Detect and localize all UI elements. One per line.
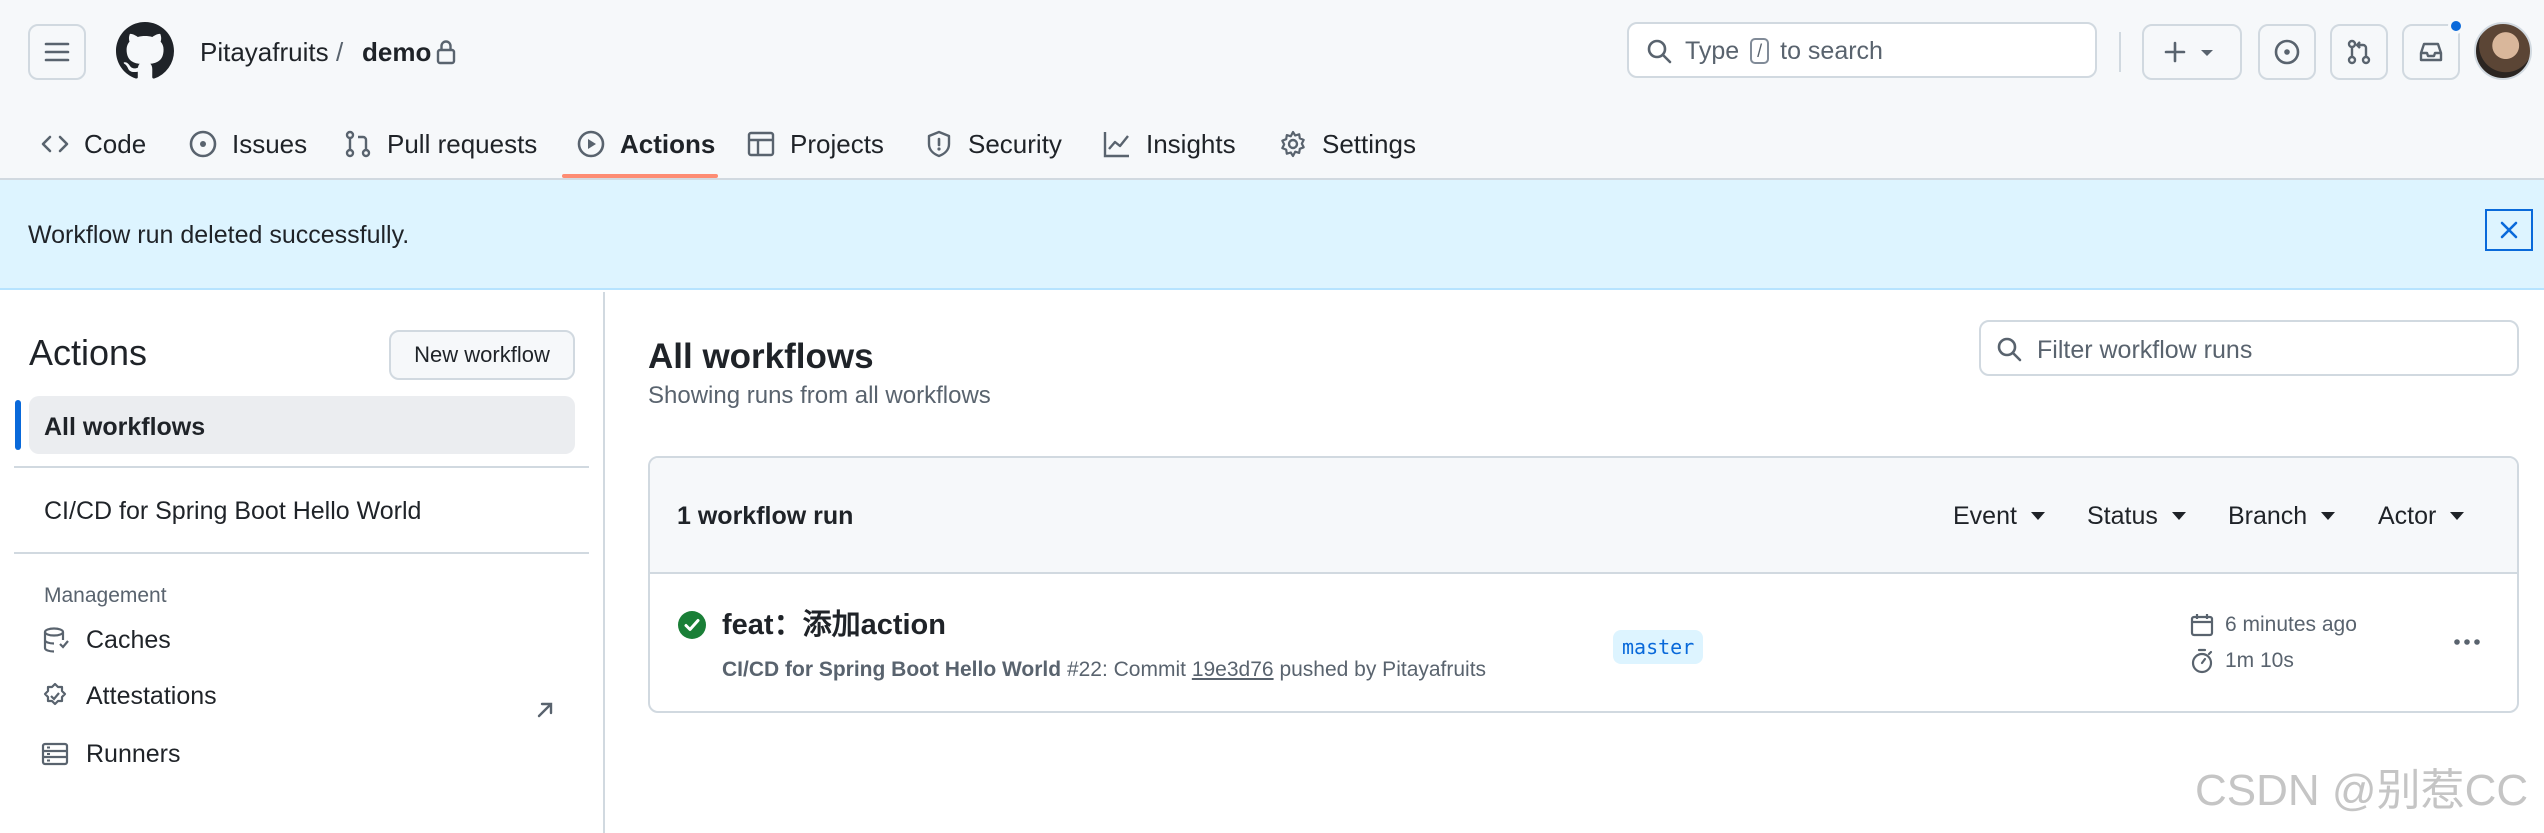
unread-notification-dot	[2448, 18, 2464, 34]
sidebar-item-runners[interactable]: Runners	[40, 734, 181, 774]
actions-sidebar: Actions New workflow All workflows CI/CD…	[0, 292, 605, 833]
branch-filter-button[interactable]: Branch	[2228, 502, 2336, 530]
inbox-icon	[2419, 42, 2443, 62]
tab-code[interactable]: Code	[40, 110, 146, 178]
run-duration: 1m 10s	[2189, 648, 2294, 674]
chevron-down-icon	[2201, 50, 2213, 56]
flash-message: Workflow run deleted successfully.	[28, 221, 410, 249]
code-icon	[41, 135, 69, 153]
issue-opened-icon	[189, 130, 217, 158]
runs-header: 1 workflow run Event Status Branch Actor	[650, 458, 2517, 574]
graph-icon	[1103, 132, 1129, 158]
run-title-link[interactable]: feat：添加action	[722, 608, 946, 642]
tab-pull-requests[interactable]: Pull requests	[343, 110, 537, 178]
sidebar-item-attestations[interactable]: Attestations	[40, 676, 217, 716]
workflow-runs-box: 1 workflow run Event Status Branch Actor…	[648, 456, 2519, 713]
flash-banner: Workflow run deleted successfully.	[0, 180, 2544, 290]
selected-item-indicator	[15, 400, 21, 450]
check-circle-icon	[678, 611, 706, 639]
search-icon	[1997, 337, 2022, 362]
new-workflow-button[interactable]: New workflow	[389, 330, 575, 380]
search-placeholder: Type / to search	[1685, 37, 1883, 65]
run-count: 1 workflow run	[677, 502, 854, 530]
global-search-input[interactable]: Type / to search	[1627, 22, 2097, 78]
close-icon	[2500, 221, 2518, 239]
dismiss-flash-button[interactable]	[2485, 209, 2533, 251]
avatar[interactable]	[2474, 22, 2532, 80]
sidebar-divider	[14, 552, 589, 554]
chevron-down-icon	[2030, 512, 2045, 520]
event-filter-button[interactable]: Event	[1953, 502, 2045, 530]
your-pull-requests-button[interactable]	[2330, 24, 2388, 80]
tab-issues[interactable]: Issues	[188, 110, 307, 178]
page-subtitle: Showing runs from all workflows	[648, 382, 991, 409]
selected-tab-indicator	[562, 174, 718, 178]
actor-filter-button[interactable]: Actor	[2378, 502, 2465, 530]
verified-icon	[43, 682, 67, 706]
commit-link[interactable]: 19e3d76	[1192, 658, 1274, 681]
branch-label[interactable]: master	[1613, 630, 1704, 664]
plus-icon	[2164, 41, 2186, 63]
issue-opened-icon	[2274, 39, 2300, 65]
search-shortcut-key: /	[1750, 38, 1770, 64]
shield-icon	[927, 130, 951, 158]
search-icon	[1647, 39, 1672, 64]
your-issues-button[interactable]	[2258, 24, 2316, 80]
chevron-down-icon	[2450, 512, 2465, 520]
run-number: #22: Commit	[1066, 658, 1186, 681]
watermark-text: CSDN @别惹CC	[2195, 766, 2529, 815]
chevron-down-icon	[2321, 512, 2336, 520]
header-divider	[2119, 32, 2121, 72]
menu-button[interactable]	[28, 24, 86, 80]
management-heading: Management	[44, 584, 167, 607]
run-timestamp: 6 minutes ago	[2189, 612, 2357, 638]
external-link-arrow-icon	[537, 702, 553, 718]
create-new-button[interactable]	[2142, 24, 2242, 80]
owner-link[interactable]: Pitayafruits	[200, 36, 329, 68]
sidebar-item-caches[interactable]: Caches	[40, 620, 171, 660]
database-icon	[43, 627, 69, 653]
breadcrumb-separator: /	[336, 37, 344, 67]
tab-security[interactable]: Security	[924, 110, 1062, 178]
table-row[interactable]: feat：添加action CI/CD for Spring Boot Hell…	[650, 574, 2517, 711]
filter-workflow-runs-input[interactable]: Filter workflow runs	[1979, 320, 2519, 376]
tab-actions[interactable]: Actions	[576, 110, 715, 178]
run-options-button[interactable]	[2445, 626, 2489, 658]
calendar-icon	[2190, 614, 2214, 637]
table-icon	[747, 131, 775, 157]
filter-placeholder: Filter workflow runs	[2037, 336, 2253, 364]
top-bar: Pitayafruits / demo Type / to search	[0, 0, 2544, 104]
sidebar-title: Actions	[29, 332, 148, 373]
sidebar-item-workflow[interactable]: CI/CD for Spring Boot Hello World	[44, 496, 421, 526]
run-workflow-name: CI/CD for Spring Boot Hello World	[722, 658, 1062, 681]
github-logo-icon[interactable]	[116, 22, 174, 80]
server-icon	[41, 742, 69, 766]
run-details: CI/CD for Spring Boot Hello World #22: C…	[722, 658, 1486, 682]
repo-link[interactable]: demo	[362, 36, 431, 68]
hamburger-icon	[44, 42, 70, 62]
page-title: All workflows	[648, 337, 874, 376]
gear-icon	[1281, 130, 1305, 158]
sidebar-item-label[interactable]: All workflows	[44, 414, 205, 440]
pull-request-icon	[2347, 39, 2371, 65]
play-icon	[577, 130, 605, 158]
lock-icon	[436, 40, 456, 65]
stopwatch-icon	[2191, 648, 2213, 674]
status-filter-button[interactable]: Status	[2087, 502, 2186, 530]
tab-insights[interactable]: Insights	[1102, 110, 1236, 178]
tab-projects[interactable]: Projects	[746, 110, 884, 178]
repo-nav: Code Issues Pull requests Actions Projec…	[0, 110, 2544, 180]
kebab-horizontal-icon	[2454, 639, 2480, 645]
run-actor: pushed by Pitayafruits	[1279, 658, 1487, 681]
sidebar-divider	[14, 466, 589, 468]
tab-settings[interactable]: Settings	[1278, 110, 1416, 178]
repo-header: Pitayafruits / demo Type / to search Cod…	[0, 0, 2544, 180]
pull-request-icon	[345, 130, 371, 158]
chevron-down-icon	[2171, 512, 2186, 520]
